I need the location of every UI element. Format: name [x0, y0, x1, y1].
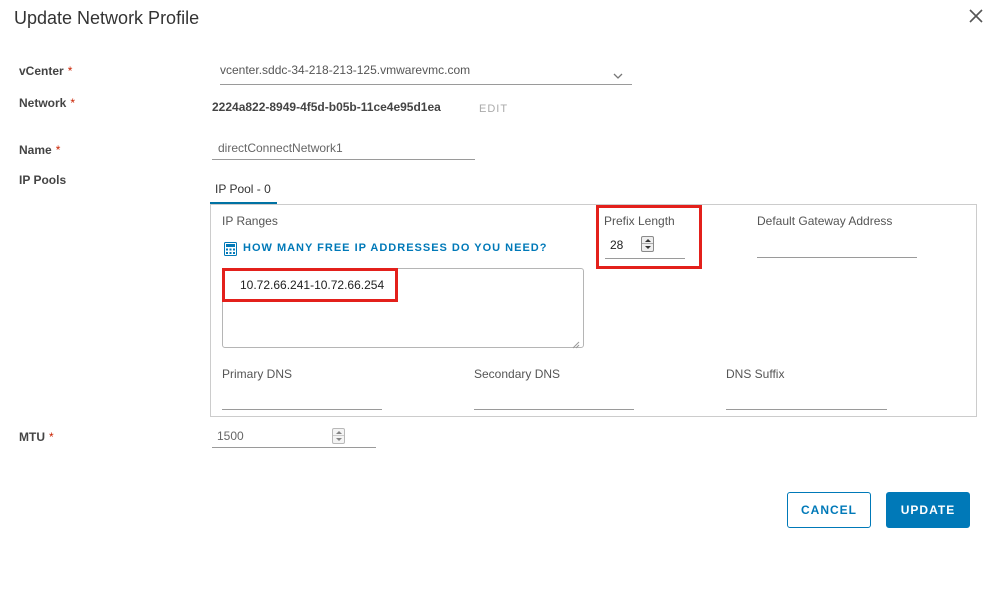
network-label: Network * — [19, 96, 75, 110]
dialog-title: Update Network Profile — [14, 8, 200, 28]
close-icon[interactable] — [964, 4, 988, 28]
mtu-label-text: MTU — [19, 430, 45, 444]
highlight-prefix-length — [596, 205, 702, 269]
mtu-value: 1500 — [217, 429, 244, 443]
dns-suffix-input[interactable] — [726, 388, 887, 410]
mtu-label: MTU * — [19, 430, 54, 444]
default-gateway-input[interactable] — [757, 236, 917, 258]
network-label-text: Network — [19, 96, 67, 110]
name-label: Name * — [19, 143, 60, 157]
free-ip-helper-link[interactable]: HOW MANY FREE IP ADDRESSES DO YOU NEED? — [243, 242, 547, 254]
required-marker: * — [55, 143, 61, 157]
primary-dns-input[interactable] — [222, 388, 382, 410]
update-button[interactable]: UPDATE — [886, 492, 970, 528]
highlight-ip-range — [222, 268, 398, 302]
default-gateway-label: Default Gateway Address — [757, 214, 893, 228]
required-marker: * — [49, 430, 54, 444]
mtu-stepper-icon[interactable] — [332, 428, 345, 444]
name-label-text: Name — [19, 143, 52, 157]
calculator-icon[interactable] — [224, 242, 237, 256]
vcenter-label-text: vCenter — [19, 64, 64, 78]
ip-ranges-label: IP Ranges — [222, 214, 278, 228]
required-marker: * — [70, 96, 76, 110]
network-id: 2224a822-8949-4f5d-b05b-11ce4e95d1ea — [212, 100, 441, 114]
dns-suffix-label: DNS Suffix — [726, 367, 785, 381]
vcenter-select[interactable]: vcenter.sddc-34-218-213-125.vmwarevmc.co… — [220, 63, 632, 85]
tab-ip-pool-0[interactable]: IP Pool - 0 — [210, 178, 277, 204]
vcenter-label: vCenter * — [19, 64, 72, 78]
cancel-button[interactable]: CANCEL — [787, 492, 871, 528]
secondary-dns-label: Secondary DNS — [474, 367, 561, 381]
name-input[interactable]: directConnectNetwork1 — [212, 138, 475, 160]
vcenter-select-value: vcenter.sddc-34-218-213-125.vmwarevmc.co… — [220, 63, 471, 77]
ip-pools-label: IP Pools — [19, 173, 67, 187]
chevron-down-icon[interactable] — [612, 68, 624, 79]
network-edit-button[interactable]: EDIT — [479, 103, 508, 115]
primary-dns-label: Primary DNS — [222, 367, 293, 381]
secondary-dns-input[interactable] — [474, 388, 634, 410]
resize-handle-icon[interactable] — [570, 336, 580, 349]
required-marker: * — [67, 64, 73, 78]
mtu-input[interactable]: 1500 — [212, 424, 376, 448]
